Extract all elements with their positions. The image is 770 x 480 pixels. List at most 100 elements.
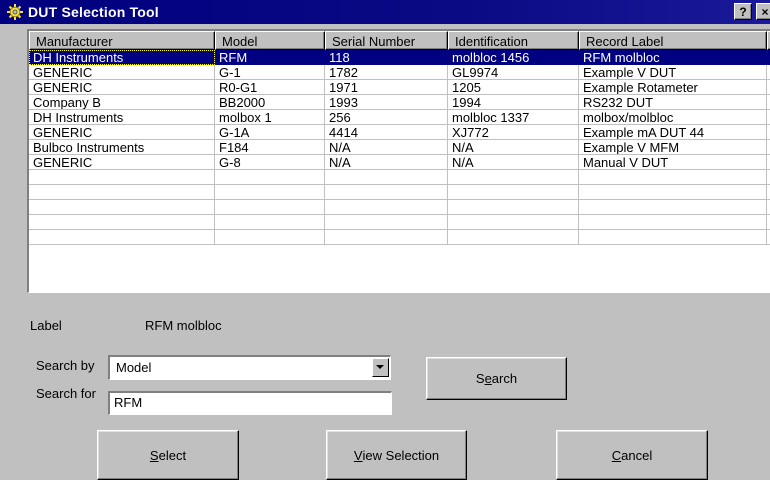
table-cell <box>29 185 215 200</box>
table-cell: N/A <box>325 155 448 170</box>
table-row[interactable] <box>29 230 770 245</box>
table-cell: N/A <box>448 155 579 170</box>
table-cell: 1205 <box>448 80 579 95</box>
view-selection-button-label: View Selection <box>354 431 439 480</box>
app-icon <box>7 4 23 20</box>
table-cell <box>579 230 767 245</box>
cancel-button[interactable]: Cancel <box>556 430 708 480</box>
table-cell <box>579 170 767 185</box>
select-button-label: Select <box>150 431 186 480</box>
table-cell <box>579 200 767 215</box>
table-row[interactable]: Bulbco Instruments F184 N/A N/A Example V MF… <box>29 140 770 155</box>
table-cell <box>29 200 215 215</box>
column-header-model[interactable]: Model <box>215 31 325 50</box>
column-header-row: Manufacturer Model Serial Number Identif… <box>29 31 770 50</box>
table-cell <box>579 185 767 200</box>
dut-list[interactable]: Manufacturer Model Serial Number Identif… <box>27 29 770 293</box>
search-by-dropdown[interactable]: Model <box>108 355 391 380</box>
chevron-down-icon[interactable] <box>372 358 389 377</box>
table-cell: 1782 <box>325 65 448 80</box>
table-cell: BB2000 <box>215 95 325 110</box>
search-button-label-part: S <box>475 371 485 386</box>
table-row[interactable]: DH Instruments molbox 1 256 molbloc 1337 mol… <box>29 110 770 125</box>
table-cell: molbloc 1337 <box>448 110 579 125</box>
table-row[interactable]: GENERIC G-8 N/A N/A Manual V DUT <box>29 155 770 170</box>
table-cell <box>325 215 448 230</box>
table-cell <box>29 170 215 185</box>
cancel-button-label-part: ancel <box>621 448 653 463</box>
table-row[interactable] <box>29 170 770 185</box>
table-cell: RS232 DUT <box>579 95 767 110</box>
table-cell: 1971 <box>325 80 448 95</box>
table-cell: RFM <box>215 50 325 65</box>
table-cell: 256 <box>325 110 448 125</box>
table-cell: G-8 <box>215 155 325 170</box>
search-by-value: Model <box>116 360 152 375</box>
view-selection-button[interactable]: View Selection <box>326 430 467 480</box>
column-header-record-label[interactable]: Record Label <box>579 31 767 50</box>
table-cell <box>215 170 325 185</box>
table-row[interactable] <box>29 215 770 230</box>
table-row[interactable]: DH Instruments RFM 118 molbloc 1456 RFM molb… <box>29 50 770 65</box>
table-cell: 1993 <box>325 95 448 110</box>
table-cell: molbox/molbloc <box>579 110 767 125</box>
column-header-serial-number[interactable]: Serial Number <box>325 31 448 50</box>
table-cell: GENERIC <box>29 125 215 140</box>
table-cell: N/A <box>325 140 448 155</box>
table-cell: molbox 1 <box>215 110 325 125</box>
table-cell <box>325 230 448 245</box>
table-cell <box>579 215 767 230</box>
table-cell <box>448 230 579 245</box>
search-for-label: Search for <box>36 386 96 401</box>
table-cell: G-1 <box>215 65 325 80</box>
close-button[interactable]: × <box>756 3 770 20</box>
table-cell: Manual V DUT <box>579 155 767 170</box>
table-cell: molbloc 1456 <box>448 50 579 65</box>
table-cell <box>215 230 325 245</box>
table-cell: GENERIC <box>29 80 215 95</box>
title-bar[interactable]: DUT Selection Tool ? × <box>0 0 770 24</box>
search-button[interactable]: Search <box>426 357 567 400</box>
table-cell <box>448 200 579 215</box>
column-header-manufacturer[interactable]: Manufacturer <box>29 31 215 50</box>
table-row[interactable]: GENERIC R0-G1 1971 1205 Example Rotameter <box>29 80 770 95</box>
table-row[interactable]: Company B BB2000 1993 1994 RS232 DUT <box>29 95 770 110</box>
table-cell: Example V MFM <box>579 140 767 155</box>
table-cell <box>215 215 325 230</box>
table-cell: Example Rotameter <box>579 80 767 95</box>
column-header-identification[interactable]: Identification <box>448 31 579 50</box>
table-cell: Bulbco Instruments <box>29 140 215 155</box>
table-cell <box>448 215 579 230</box>
table-cell <box>29 215 215 230</box>
select-button-label-part: elect <box>158 448 187 463</box>
search-for-input[interactable] <box>114 395 374 410</box>
view-selection-button-mnemonic: V <box>353 448 363 463</box>
view-selection-button-label-part: iew Selection <box>362 448 440 463</box>
search-by-label: Search by <box>36 358 95 373</box>
window-title: DUT Selection Tool <box>28 4 159 20</box>
label-value: RFM molbloc <box>145 318 222 333</box>
search-button-label: Search <box>476 358 517 400</box>
table-cell <box>448 185 579 200</box>
table-row[interactable]: GENERIC G-1A 4414 XJ772 Example mA DUT 44 <box>29 125 770 140</box>
table-cell <box>215 185 325 200</box>
search-button-label-part: arch <box>491 371 518 386</box>
table-cell: N/A <box>448 140 579 155</box>
search-for-field[interactable] <box>108 391 392 415</box>
table-row[interactable]: GENERIC G-1 1782 GL9974 Example V DUT <box>29 65 770 80</box>
table-cell: 1994 <box>448 95 579 110</box>
table-cell <box>215 200 325 215</box>
table-row[interactable] <box>29 200 770 215</box>
table-cell: Example V DUT <box>579 65 767 80</box>
table-cell <box>325 200 448 215</box>
table-cell: RFM molbloc <box>579 50 767 65</box>
table-row[interactable] <box>29 185 770 200</box>
table-cell: F184 <box>215 140 325 155</box>
cancel-button-label: Cancel <box>612 431 652 480</box>
help-button[interactable]: ? <box>734 3 752 20</box>
table-cell <box>325 170 448 185</box>
select-button[interactable]: Select <box>97 430 239 480</box>
table-cell: GENERIC <box>29 65 215 80</box>
cancel-button-mnemonic: C <box>611 448 622 463</box>
table-cell: R0-G1 <box>215 80 325 95</box>
